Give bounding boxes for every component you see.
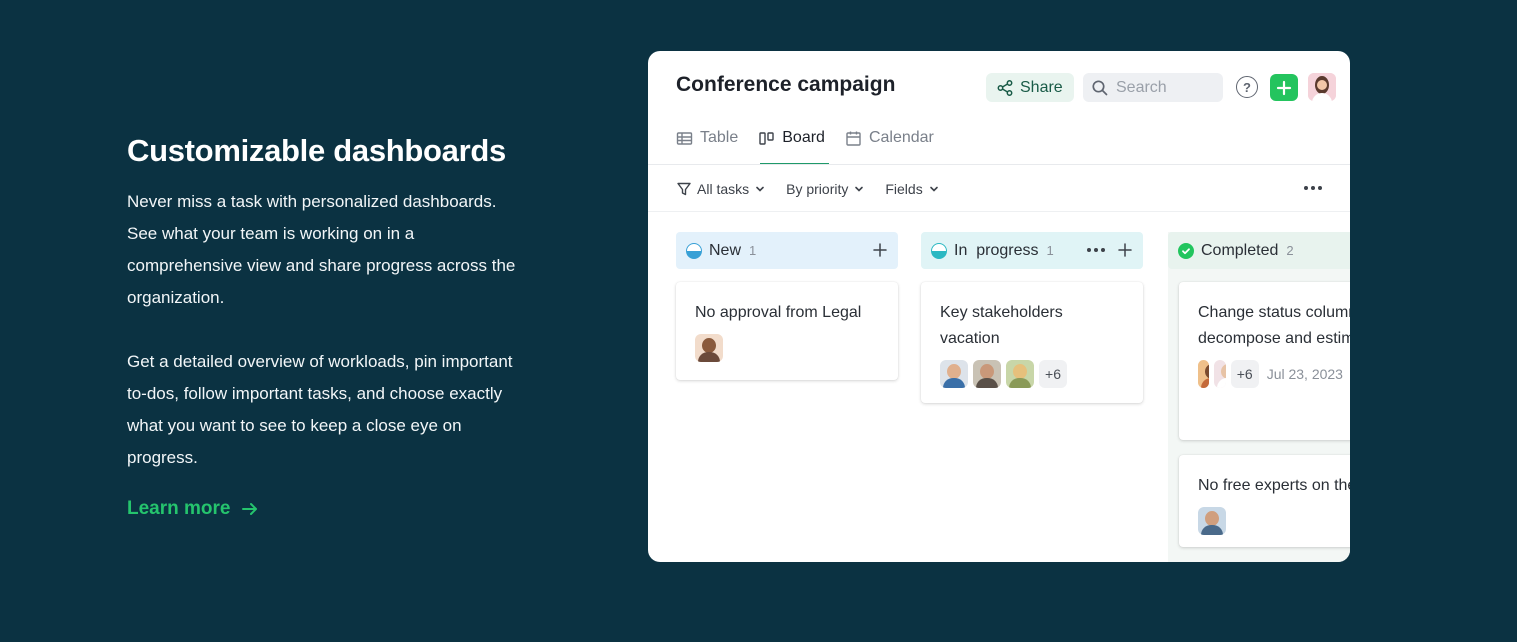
table-icon xyxy=(676,131,693,145)
task-title: No approval from Legal xyxy=(695,304,862,321)
share-icon xyxy=(997,79,1013,96)
add-button[interactable] xyxy=(1270,74,1298,101)
feature-copy: Customizable dashboards Never miss a tas… xyxy=(127,130,527,520)
assignees: +6 xyxy=(940,360,1127,388)
chevron-down-icon xyxy=(756,186,764,192)
tab-label: Calendar xyxy=(868,129,934,146)
due-date: Jul 23, 2023 xyxy=(1266,366,1343,382)
description-paragraph-1: Never miss a task with personalized dash… xyxy=(127,192,516,307)
column-header-new[interactable]: New 1 xyxy=(676,232,898,269)
learn-more-label: Learn more xyxy=(127,498,231,519)
filter-label: Fields xyxy=(885,181,923,197)
column-header-in-progress[interactable]: In progress 1 xyxy=(921,232,1143,269)
task-card[interactable]: No approval from Legal xyxy=(676,282,898,380)
assignee-avatar xyxy=(1198,507,1226,535)
learn-more-link[interactable]: Learn more xyxy=(127,498,260,520)
tab-label: Table xyxy=(700,129,739,146)
view-tabs: Table Board Calendar xyxy=(676,121,934,165)
tab-label: Board xyxy=(782,129,825,146)
task-title: Change status column - decompose and est… xyxy=(1198,304,1350,347)
priority-filter[interactable]: By priority xyxy=(786,181,865,197)
search-placeholder: Search xyxy=(1116,78,1167,96)
assignee-avatar xyxy=(940,360,968,388)
fields-filter[interactable]: Fields xyxy=(885,181,939,197)
check-circle-icon xyxy=(1178,242,1194,259)
board-icon xyxy=(759,131,774,145)
tab-board[interactable]: Board xyxy=(758,121,829,165)
more-assignees-badge[interactable]: +6 xyxy=(1230,360,1259,388)
tabs-divider xyxy=(648,164,1350,165)
description-paragraph-2: Get a detailed overview of workloads, pi… xyxy=(127,352,513,467)
column-name: New xyxy=(709,241,742,259)
user-avatar[interactable] xyxy=(1308,73,1336,101)
more-assignees-badge[interactable]: +6 xyxy=(1039,360,1067,388)
column-name: In progress xyxy=(954,241,1039,259)
filter-bar: All tasks By priority Fields xyxy=(676,178,940,200)
arrow-right-icon xyxy=(242,503,258,515)
task-card[interactable]: Key stakeholders vacation +6 xyxy=(921,282,1143,403)
help-icon: ? xyxy=(1243,79,1251,95)
funnel-icon xyxy=(677,182,691,196)
user-avatar-image xyxy=(1308,73,1336,101)
column-more-icon[interactable] xyxy=(1087,248,1105,252)
chevron-down-icon xyxy=(929,186,938,192)
assignees xyxy=(1198,507,1343,535)
column-header-completed[interactable]: Completed 2 xyxy=(1168,232,1350,269)
filters-divider xyxy=(648,211,1350,212)
assignee-avatar xyxy=(695,334,723,362)
task-card[interactable]: No free experts on the xyxy=(1179,455,1350,547)
column-name: Completed xyxy=(1201,241,1279,259)
app-window: Conference campaign Share Search ? Table… xyxy=(648,51,1350,562)
task-title: No free experts on the xyxy=(1198,477,1350,494)
assignee-avatar xyxy=(1198,360,1210,388)
status-in-progress-icon xyxy=(931,242,947,259)
filter-label: All tasks xyxy=(697,181,750,197)
add-task-icon[interactable] xyxy=(1117,242,1133,258)
assignee-avatar xyxy=(1006,360,1034,388)
help-button[interactable]: ? xyxy=(1236,76,1258,98)
search-input[interactable]: Search xyxy=(1083,73,1223,102)
share-button[interactable]: Share xyxy=(986,73,1074,102)
tab-table[interactable]: Table xyxy=(676,121,738,155)
section-heading: Customizable dashboards xyxy=(127,133,506,168)
assignees: +6 Jul 23, 2023 xyxy=(1198,360,1343,388)
chevron-down-icon xyxy=(855,186,864,192)
task-title: Key stakeholders vacation xyxy=(940,304,1063,347)
all-tasks-filter[interactable]: All tasks xyxy=(676,181,766,197)
assignee-avatar xyxy=(1214,360,1226,388)
column-count: 1 xyxy=(749,243,757,258)
plus-icon xyxy=(1276,80,1292,95)
column-count: 1 xyxy=(1046,243,1054,258)
task-card[interactable]: Change status column - decompose and est… xyxy=(1179,282,1350,440)
assignee-avatar xyxy=(973,360,1001,388)
assignees xyxy=(695,334,882,362)
project-title: Conference campaign xyxy=(676,73,896,96)
column-count: 2 xyxy=(1286,243,1294,258)
tab-calendar[interactable]: Calendar xyxy=(845,121,934,155)
filter-label: By priority xyxy=(786,181,849,197)
share-label: Share xyxy=(1020,78,1063,96)
more-options-icon[interactable] xyxy=(1303,179,1323,197)
search-icon xyxy=(1092,79,1108,95)
add-task-icon[interactable] xyxy=(872,242,888,258)
status-new-icon xyxy=(686,242,702,259)
calendar-icon xyxy=(846,131,861,146)
